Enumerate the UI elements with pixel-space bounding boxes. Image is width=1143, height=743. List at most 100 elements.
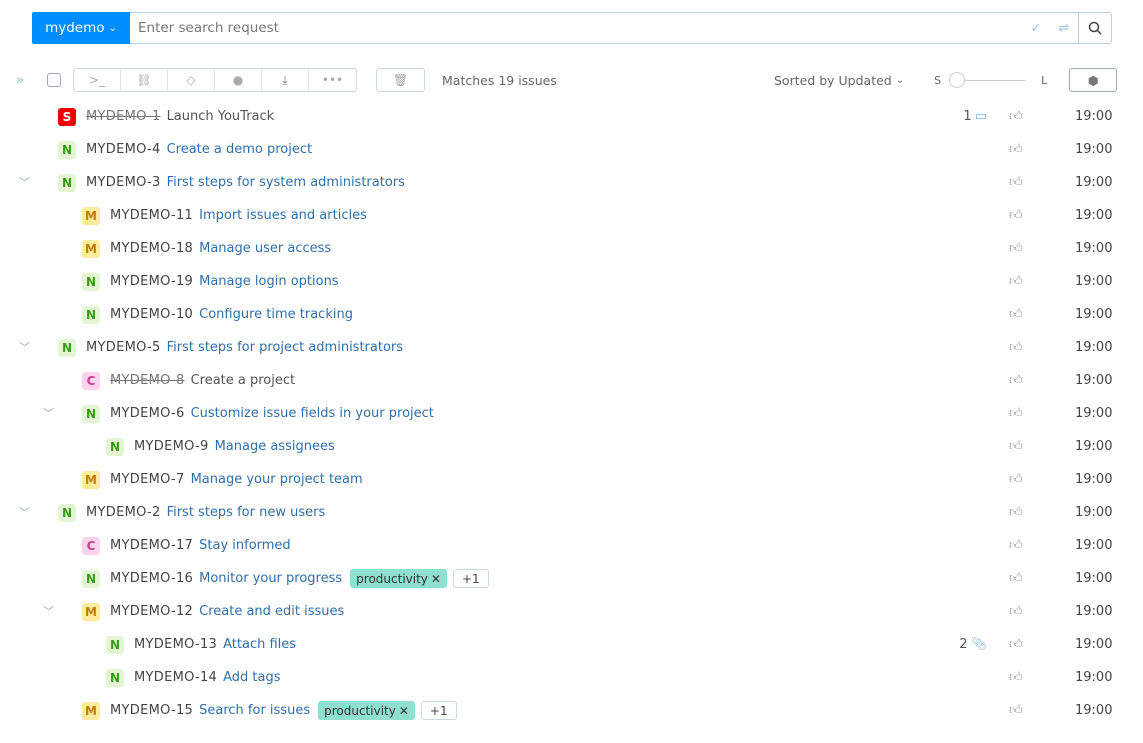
issue-summary[interactable]: Attach files — [223, 637, 296, 652]
issue-id[interactable]: MYDEMO-13 — [134, 637, 217, 652]
thumbs-up-icon[interactable]: 👍︎ — [1009, 373, 1023, 388]
issue-id[interactable]: MYDEMO-12 — [110, 604, 193, 619]
project-selector[interactable]: mydemo ⌄ — [32, 12, 130, 44]
tag-chip[interactable]: productivity ✕ — [350, 569, 447, 588]
thumbs-up-icon[interactable]: 👍︎ — [1009, 109, 1023, 124]
issue-row[interactable]: N MYDEMO-10 Configure time tracking 👍︎ 19:00 — [0, 298, 1143, 331]
issue-summary[interactable]: Launch YouTrack — [167, 109, 275, 124]
more-tags-button[interactable]: +1 — [452, 569, 489, 588]
issue-id[interactable]: MYDEMO-19 — [110, 274, 193, 289]
thumbs-up-icon[interactable]: 👍︎ — [1009, 439, 1023, 454]
issue-id[interactable]: MYDEMO-11 — [110, 208, 193, 223]
issue-summary[interactable]: Add tags — [223, 670, 280, 685]
select-all-checkbox[interactable] — [47, 73, 61, 87]
issue-summary[interactable]: Manage user access — [199, 241, 331, 256]
issue-row[interactable]: N MYDEMO-4 Create a demo project 👍︎ 19:00 — [0, 133, 1143, 166]
expand-sidebar-icon[interactable]: » — [16, 73, 38, 88]
more-icon[interactable]: ••• — [309, 69, 356, 91]
collapse-chevron-icon[interactable]: ﹀ — [19, 504, 30, 520]
issue-row[interactable]: ﹀ M MYDEMO-12 Create and edit issues 👍︎ 19:00 — [0, 595, 1143, 628]
issue-id[interactable]: MYDEMO-17 — [110, 538, 193, 553]
issue-id[interactable]: MYDEMO-5 — [86, 340, 161, 355]
issue-row[interactable]: N MYDEMO-13 Attach files 2 📎︎ 👍︎ 19:00 — [0, 628, 1143, 661]
thumbs-up-icon[interactable]: 👍︎ — [1009, 208, 1023, 223]
issue-id[interactable]: MYDEMO-7 — [110, 472, 185, 487]
collapse-chevron-icon[interactable]: ﹀ — [19, 174, 30, 190]
issue-summary[interactable]: Search for issues — [199, 703, 310, 718]
issue-id[interactable]: MYDEMO-8 — [110, 373, 185, 388]
issue-summary[interactable]: Customize issue fields in your project — [191, 406, 434, 421]
sort-selector[interactable]: Sorted by Updated — [774, 73, 892, 88]
issue-id[interactable]: MYDEMO-4 — [86, 142, 161, 157]
issue-row[interactable]: N MYDEMO-14 Add tags 👍︎ 19:00 — [0, 661, 1143, 694]
thumbs-up-icon[interactable]: 👍︎ — [1009, 274, 1023, 289]
issue-row[interactable]: ﹀ N MYDEMO-6 Customize issue fields in your… — [0, 397, 1143, 430]
issue-row[interactable]: M MYDEMO-18 Manage user access 👍︎ 19:00 — [0, 232, 1143, 265]
issue-summary[interactable]: First steps for project administrators — [167, 340, 403, 355]
thumbs-up-icon[interactable]: 👍︎ — [1009, 340, 1023, 355]
thumbs-up-icon[interactable]: 👍︎ — [1009, 175, 1023, 190]
delete-button[interactable]: 🗑 — [376, 68, 425, 92]
thumbs-up-icon[interactable]: 👍︎ — [1009, 472, 1023, 487]
issue-id[interactable]: MYDEMO-14 — [134, 670, 217, 685]
issue-id[interactable]: MYDEMO-6 — [110, 406, 185, 421]
attachment-count[interactable]: 2 📎︎ — [959, 637, 987, 652]
command-icon[interactable]: >_ — [74, 69, 121, 91]
issue-row[interactable]: M MYDEMO-7 Manage your project team 👍︎ 19:00 — [0, 463, 1143, 496]
issue-summary[interactable]: Manage assignees — [215, 439, 335, 454]
assignee-icon[interactable]: ● — [215, 69, 262, 91]
issue-row[interactable]: C MYDEMO-17 Stay informed 👍︎ 19:00 — [0, 529, 1143, 562]
issue-id[interactable]: MYDEMO-16 — [110, 571, 193, 586]
export-icon[interactable]: ⤓ — [262, 69, 309, 91]
issue-summary[interactable]: First steps for new users — [167, 505, 326, 520]
issue-summary[interactable]: Import issues and articles — [199, 208, 367, 223]
thumbs-up-icon[interactable]: 👍︎ — [1009, 505, 1023, 520]
saved-search-check-icon[interactable]: ✓ — [1022, 13, 1050, 43]
issue-row[interactable]: N MYDEMO-9 Manage assignees 👍︎ 19:00 — [0, 430, 1143, 463]
issue-row[interactable]: S MYDEMO-1 Launch YouTrack 1 ▭ 👍︎ 19:00 — [0, 100, 1143, 133]
issue-row[interactable]: M MYDEMO-11 Import issues and articles 👍︎ 19… — [0, 199, 1143, 232]
issue-row[interactable]: M MYDEMO-15 Search for issues productivity ✕… — [0, 694, 1143, 727]
issue-summary[interactable]: Create and edit issues — [199, 604, 344, 619]
tag-icon[interactable]: ◇ — [168, 69, 215, 91]
issue-id[interactable]: MYDEMO-1 — [86, 109, 161, 124]
issue-summary[interactable]: Create a project — [191, 373, 296, 388]
issue-summary[interactable]: Create a demo project — [167, 142, 313, 157]
issue-id[interactable]: MYDEMO-2 — [86, 505, 161, 520]
issue-id[interactable]: MYDEMO-18 — [110, 241, 193, 256]
thumbs-up-icon[interactable]: 👍︎ — [1009, 670, 1023, 685]
thumbs-up-icon[interactable]: 👍︎ — [1009, 241, 1023, 256]
thumbs-up-icon[interactable]: 👍︎ — [1009, 604, 1023, 619]
issue-id[interactable]: MYDEMO-9 — [134, 439, 209, 454]
link-icon[interactable]: ⛓ — [121, 69, 168, 91]
issue-row[interactable]: N MYDEMO-19 Manage login options 👍︎ 19:00 — [0, 265, 1143, 298]
thumbs-up-icon[interactable]: 👍︎ — [1009, 538, 1023, 553]
issue-summary[interactable]: Manage your project team — [191, 472, 363, 487]
thumbs-up-icon[interactable]: 👍︎ — [1009, 637, 1023, 652]
collapse-chevron-icon[interactable]: ﹀ — [43, 603, 54, 619]
issue-row[interactable]: N MYDEMO-16 Monitor your progress productiv… — [0, 562, 1143, 595]
collapse-chevron-icon[interactable]: ﹀ — [43, 405, 54, 421]
thumbs-up-icon[interactable]: 👍︎ — [1009, 142, 1023, 157]
size-slider[interactable] — [949, 72, 1026, 88]
search-input[interactable] — [130, 13, 1022, 43]
issue-id[interactable]: MYDEMO-15 — [110, 703, 193, 718]
issue-row[interactable]: ﹀ N MYDEMO-2 First steps for new users 👍︎ 19:… — [0, 496, 1143, 529]
remove-tag-icon[interactable]: ✕ — [431, 572, 441, 586]
issue-summary[interactable]: Configure time tracking — [199, 307, 353, 322]
thumbs-up-icon[interactable]: 👍︎ — [1009, 406, 1023, 421]
issue-summary[interactable]: Stay informed — [199, 538, 291, 553]
issue-row[interactable]: ﹀ N MYDEMO-5 First steps for project admini… — [0, 331, 1143, 364]
issue-summary[interactable]: First steps for system administrators — [167, 175, 405, 190]
settings-button[interactable]: ⬢ — [1069, 68, 1118, 92]
collapse-chevron-icon[interactable]: ﹀ — [19, 339, 30, 355]
size-slider-handle[interactable] — [949, 72, 966, 88]
issue-row[interactable]: C MYDEMO-8 Create a project 👍︎ 19:00 — [0, 364, 1143, 397]
thumbs-up-icon[interactable]: 👍︎ — [1009, 703, 1023, 718]
tag-chip[interactable]: productivity ✕ — [318, 701, 415, 720]
issue-id[interactable]: MYDEMO-3 — [86, 175, 161, 190]
thumbs-up-icon[interactable]: 👍︎ — [1009, 571, 1023, 586]
search-button[interactable] — [1078, 13, 1111, 43]
issue-row[interactable]: ﹀ N MYDEMO-3 First steps for system adminis… — [0, 166, 1143, 199]
filter-settings-icon[interactable]: ⇌ — [1050, 13, 1078, 43]
